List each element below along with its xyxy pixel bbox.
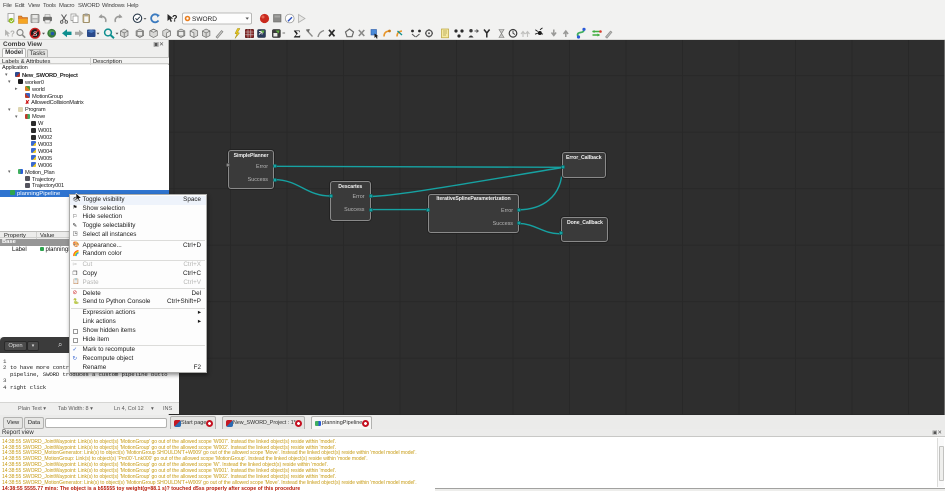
svg-text:?: ? [172,14,178,24]
svg-text:Σ: Σ [294,29,301,41]
svg-text:SWORD: SWORD [192,16,217,23]
svg-text:?: ? [10,30,15,39]
svg-text:S: S [33,31,38,38]
